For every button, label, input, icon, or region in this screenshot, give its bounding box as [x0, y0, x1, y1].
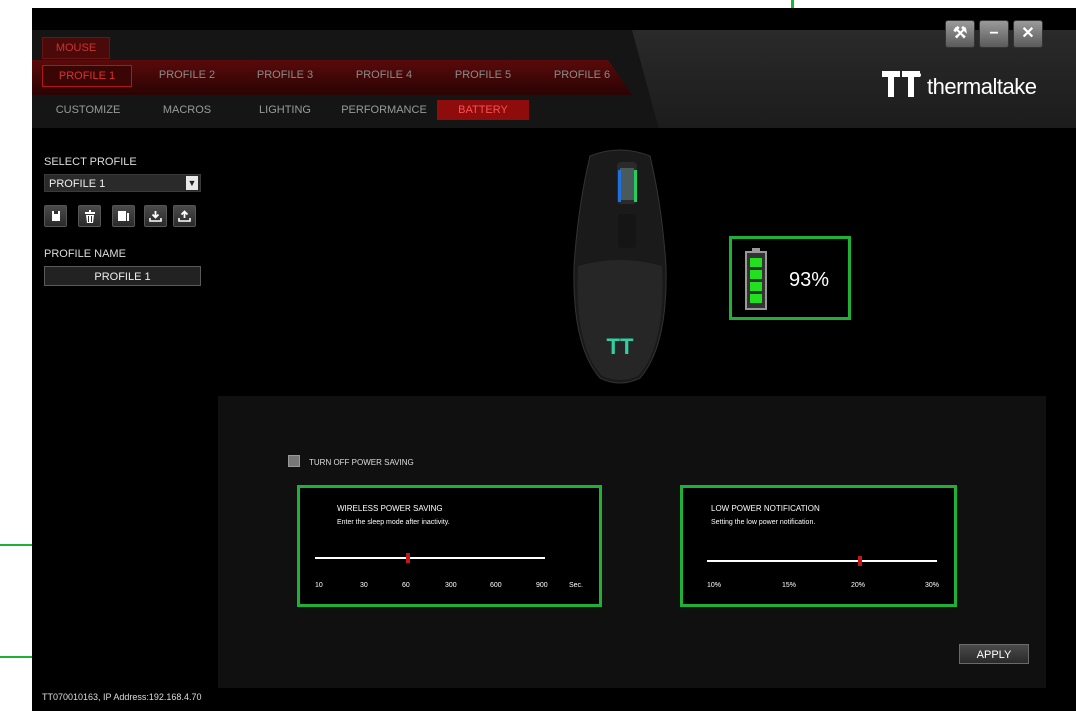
svg-text:TT: TT	[607, 334, 634, 359]
low-power-slider-track[interactable]	[707, 560, 937, 562]
export-icon	[178, 210, 191, 222]
turn-off-power-saving-checkbox[interactable]	[288, 455, 300, 467]
tab-profile-1[interactable]: PROFILE 1	[42, 65, 132, 87]
close-icon: ✕	[1021, 25, 1035, 42]
wireless-tick: 900	[536, 582, 548, 589]
chevron-down-icon: ▼	[186, 176, 198, 190]
tab-profile-2[interactable]: PROFILE 2	[142, 65, 232, 85]
import-icon	[149, 211, 162, 222]
copy-icon	[118, 211, 129, 221]
tab-lighting[interactable]: LIGHTING	[240, 100, 330, 120]
delete-icon	[84, 209, 95, 223]
wireless-tick: 300	[445, 582, 457, 589]
app-window: MOUSE PROFILE 1 PROFILE 2 PROFILE 3 PROF…	[32, 8, 1076, 711]
low-power-notification-box: LOW POWER NOTIFICATION Setting the low p…	[680, 485, 957, 607]
profile-name-field[interactable]: PROFILE 1	[44, 266, 201, 286]
low-power-title: LOW POWER NOTIFICATION	[711, 504, 820, 513]
low-power-tick: 30%	[925, 582, 940, 589]
low-power-slider-thumb[interactable]	[858, 556, 862, 566]
tab-customize[interactable]: CUSTOMIZE	[42, 100, 134, 120]
wireless-tick: 60	[402, 582, 410, 589]
wireless-slider-track[interactable]	[315, 557, 545, 559]
save-icon	[51, 211, 60, 221]
wireless-tick: 10	[315, 582, 323, 589]
export-profile-button[interactable]	[173, 205, 196, 227]
tab-performance[interactable]: PERFORMANCE	[336, 100, 432, 120]
minimize-button[interactable]: −	[979, 20, 1009, 48]
low-power-description: Setting the low power notification.	[711, 519, 816, 526]
profile-select-value: PROFILE 1	[49, 178, 106, 190]
wireless-tick: 30	[360, 582, 368, 589]
select-profile-label: SELECT PROFILE	[44, 156, 137, 168]
mouse-image: TT	[573, 149, 667, 384]
battery-icon	[745, 248, 767, 310]
low-power-tick: 20%	[851, 582, 866, 589]
tab-profile-4[interactable]: PROFILE 4	[339, 65, 429, 85]
low-power-tick: 15%	[782, 582, 797, 589]
close-button[interactable]: ✕	[1013, 20, 1043, 48]
thermaltake-logo-icon	[882, 71, 921, 97]
apply-button[interactable]: APPLY	[959, 644, 1029, 664]
brand-name: thermaltake	[927, 74, 1037, 99]
wireless-description: Enter the sleep mode after inactivity.	[337, 519, 450, 526]
status-footer: TT070010163, IP Address:192.168.4.70	[42, 692, 202, 702]
wireless-unit: Sec.	[569, 582, 584, 589]
battery-level-text: 93%	[789, 269, 830, 291]
tab-mouse[interactable]: MOUSE	[42, 37, 110, 59]
tab-battery[interactable]: BATTERY	[437, 100, 529, 120]
wireless-title: WIRELESS POWER SAVING	[337, 504, 443, 513]
wrench-icon: ⚒	[952, 25, 968, 42]
tab-profile-6[interactable]: PROFILE 6	[537, 65, 627, 85]
import-profile-button[interactable]	[144, 205, 167, 227]
wireless-tick: 600	[490, 582, 502, 589]
battery-indicator: 93%	[729, 236, 851, 320]
profile-name-label: PROFILE NAME	[44, 248, 126, 260]
wireless-power-saving-box: WIRELESS POWER SAVING Enter the sleep mo…	[297, 485, 602, 607]
tab-profile-3[interactable]: PROFILE 3	[240, 65, 330, 85]
wireless-slider-thumb[interactable]	[406, 553, 410, 563]
save-profile-button[interactable]	[44, 205, 67, 227]
minimize-icon: −	[989, 25, 999, 42]
turn-off-power-saving-label: TURN OFF POWER SAVING	[309, 458, 414, 467]
tab-profile-5[interactable]: PROFILE 5	[438, 65, 528, 85]
tab-macros[interactable]: MACROS	[142, 100, 232, 120]
copy-profile-button[interactable]	[112, 205, 135, 227]
low-power-tick: 10%	[707, 582, 722, 589]
settings-button[interactable]: ⚒	[945, 20, 975, 48]
profile-select[interactable]: PROFILE 1 ▼	[44, 174, 201, 192]
delete-profile-button[interactable]	[78, 205, 101, 227]
